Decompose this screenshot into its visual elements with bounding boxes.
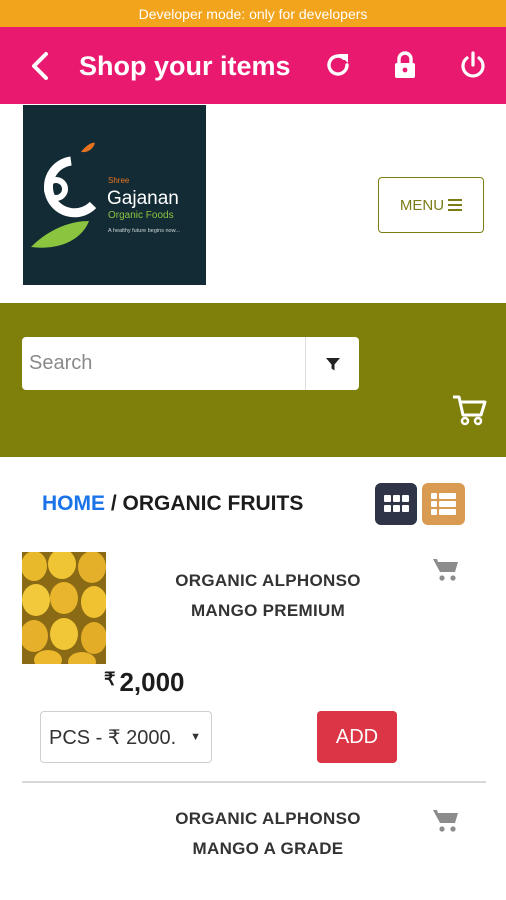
lock-icon[interactable] bbox=[389, 49, 421, 81]
add-to-cart-icon[interactable] bbox=[432, 556, 460, 582]
list-view-icon bbox=[431, 493, 456, 515]
product-image[interactable] bbox=[22, 552, 106, 664]
variant-select-value: PCS - ₹ 2000. bbox=[49, 726, 177, 749]
logo-mark-icon: Shree Gajanan Organic Foods A healthy fu… bbox=[31, 142, 180, 248]
brand-logo[interactable]: Shree Gajanan Organic Foods A healthy fu… bbox=[23, 105, 206, 285]
variant-select[interactable]: PCS - ₹ 2000. ▼ bbox=[40, 711, 212, 763]
developer-mode-banner: Developer mode: only for developers bbox=[0, 0, 506, 27]
search-input[interactable] bbox=[22, 337, 305, 390]
list-view-button[interactable] bbox=[422, 483, 465, 525]
product-name[interactable]: ORGANIC ALPHONSO MANGO PREMIUM bbox=[120, 566, 416, 626]
product-price: ₹2,000 bbox=[104, 667, 185, 698]
breadcrumb-current: ORGANIC FRUITS bbox=[122, 492, 304, 515]
product-card: ORGANIC ALPHONSO MANGO PREMIUM ₹2,000 PC… bbox=[0, 552, 506, 784]
breadcrumb-row: HOME / ORGANIC FRUITS bbox=[0, 457, 506, 552]
breadcrumb: HOME / ORGANIC FRUITS bbox=[42, 492, 303, 516]
grid-view-icon bbox=[384, 495, 409, 512]
cart-icon[interactable] bbox=[451, 392, 487, 426]
product-name-line2: MANGO A GRADE bbox=[192, 839, 344, 858]
app-bar: Shop your items bbox=[0, 27, 506, 104]
product-divider bbox=[22, 781, 486, 783]
logo-brand-sub: Organic Foods bbox=[108, 210, 174, 221]
power-icon[interactable] bbox=[457, 49, 489, 81]
menu-label: MENU bbox=[399, 196, 445, 214]
currency-symbol: ₹ bbox=[104, 669, 116, 689]
header-logo-area: Shree Gajanan Organic Foods A healthy fu… bbox=[0, 104, 506, 303]
product-name-line1: ORGANIC ALPHONSO bbox=[175, 809, 361, 828]
logo-brand-main: Gajanan bbox=[107, 188, 179, 209]
product-name[interactable]: ORGANIC ALPHONSO MANGO A GRADE bbox=[120, 804, 416, 864]
breadcrumb-separator: / bbox=[105, 492, 123, 515]
logo-brand-small: Shree bbox=[108, 176, 130, 185]
refresh-icon[interactable] bbox=[322, 49, 354, 81]
mango-image bbox=[22, 552, 106, 664]
product-card: ORGANIC ALPHONSO MANGO A GRADE bbox=[0, 784, 506, 900]
add-button[interactable]: ADD bbox=[317, 711, 397, 763]
filter-button[interactable] bbox=[305, 337, 359, 390]
menu-button[interactable]: MENU bbox=[378, 177, 484, 233]
filter-icon bbox=[325, 357, 340, 370]
price-value: 2,000 bbox=[119, 667, 185, 697]
product-name-line2: MANGO PREMIUM bbox=[190, 601, 346, 620]
hamburger-icon bbox=[448, 199, 463, 211]
add-to-cart-icon[interactable] bbox=[432, 807, 460, 833]
logo-tagline: A healthy future begins now... bbox=[108, 228, 180, 234]
search-band bbox=[0, 303, 506, 457]
chevron-left-icon[interactable] bbox=[26, 49, 56, 83]
search-box bbox=[22, 337, 359, 390]
grid-view-button[interactable] bbox=[375, 483, 417, 525]
page-title: Shop your items bbox=[79, 51, 291, 81]
breadcrumb-home-link[interactable]: HOME bbox=[42, 492, 105, 515]
dropdown-caret-icon: ▼ bbox=[190, 731, 201, 743]
product-name-line1: ORGANIC ALPHONSO bbox=[175, 571, 361, 590]
